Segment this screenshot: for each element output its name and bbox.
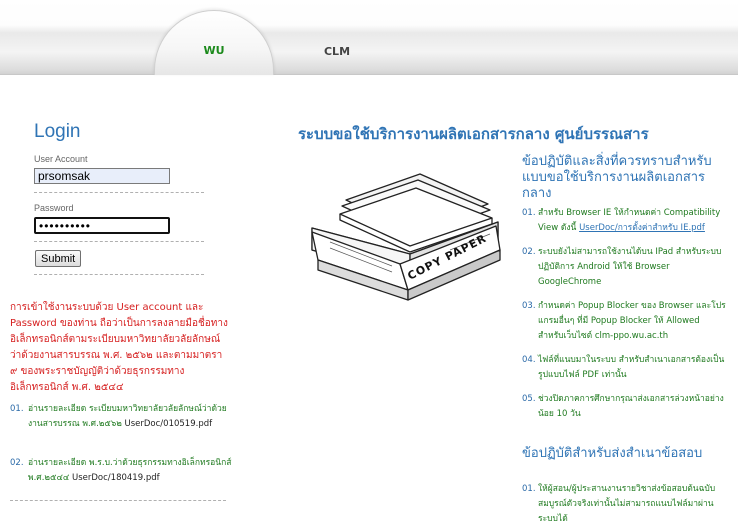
login-title: Login — [34, 121, 81, 142]
copy-paper-illustration: COPY PAPER — [311, 173, 501, 301]
user-account-input[interactable] — [34, 168, 170, 184]
list-item: 03. กำหนดค่า Popup Blocker ของ Browser แ… — [522, 299, 727, 344]
item-number: 04. — [522, 355, 536, 365]
item-text: ให้ผู้สอน/ผู้ประสานงานรายวิชาส่งข้อสอบต้… — [538, 484, 716, 522]
divider — [34, 192, 204, 193]
divider — [34, 274, 204, 275]
section-title-exam-copies: ข้อปฏิบัติสำหรับส่งสำเนาข้อสอบ — [522, 446, 703, 461]
list-item: 01. ให้ผู้สอน/ผู้ประสานงานรายวิชาส่งข้อส… — [522, 482, 727, 522]
document-list: 01. อ่านรายละเอียด ระเบียบมหาวิทยาลัยวลั… — [10, 402, 235, 432]
guidelines-list: 01. สำหรับ Browser IE ให้กำหนดค่า Compat… — [522, 206, 727, 431]
user-account-label: User Account — [34, 154, 88, 164]
divider — [10, 500, 226, 501]
item-number: 01. — [10, 404, 24, 414]
list-item: 01. สำหรับ Browser IE ให้กำหนดค่า Compat… — [522, 206, 727, 236]
list-item: 04. ไฟล์ที่แนบมาในระบบ สำหรับสำเนาเอกสาร… — [522, 353, 727, 383]
exam-guidelines-list: 01. ให้ผู้สอน/ผู้ประสานงานรายวิชาส่งข้อส… — [522, 482, 727, 522]
login-legal-notice: การเข้าใช้งานระบบด้วย User account และ P… — [10, 302, 228, 393]
list-item: 02. อ่านรายละเอียด พ.ร.บ.ว่าด้วยธุรกรรมท… — [10, 456, 235, 486]
item-number: 01. — [522, 208, 536, 218]
divider — [34, 241, 204, 242]
ie-settings-link[interactable]: UserDoc/การตั้งค่าสำหรับ IE.pdf — [579, 223, 705, 233]
item-text: ระบบยังไม่สามารถใช้งานได้บน IPad สำหรับร… — [538, 247, 722, 287]
tab-wu[interactable]: WU — [154, 10, 274, 75]
submit-button[interactable]: Submit — [35, 250, 82, 267]
list-item: 01. อ่านรายละเอียด ระเบียบมหาวิทยาลัยวลั… — [10, 402, 235, 432]
item-text: ช่วงปิดภาคการศึกษากรุณาส่งเอกสารล่วงหน้า… — [538, 394, 724, 419]
password-input[interactable] — [34, 217, 170, 234]
item-text: กำหนดค่า Popup Blocker ของ Browser และโป… — [538, 301, 726, 341]
item-number: 05. — [522, 394, 536, 404]
top-navigation-bar: WU CLM — [0, 0, 738, 75]
document-link-010519[interactable]: UserDoc/010519.pdf — [125, 419, 213, 429]
item-text: ไฟล์ที่แนบมาในระบบ สำหรับสำเนาเอกสารต้อง… — [538, 355, 725, 380]
list-item: 05. ช่วงปิดภาคการศึกษากรุณาส่งเอกสารล่วง… — [522, 392, 727, 422]
section-title-guidelines: ข้อปฏิบัติและสิ่งที่ควรทราบสำหรับแบบขอใช… — [522, 154, 712, 201]
document-link-180419[interactable]: UserDoc/180419.pdf — [72, 473, 160, 483]
item-number: 02. — [522, 247, 536, 257]
list-item: 02. ระบบยังไม่สามารถใช้งานได้บน IPad สำห… — [522, 245, 727, 290]
item-number: 01. — [522, 484, 536, 494]
page-title: ระบบขอใช้บริการงานผลิตเอกสารกลาง ศูนย์บร… — [298, 125, 649, 143]
document-list: 02. อ่านรายละเอียด พ.ร.บ.ว่าด้วยธุรกรรมท… — [10, 456, 235, 486]
item-number: 02. — [10, 458, 24, 468]
tab-clm[interactable]: CLM — [277, 36, 397, 72]
password-label: Password — [34, 203, 74, 213]
item-number: 03. — [522, 301, 536, 311]
